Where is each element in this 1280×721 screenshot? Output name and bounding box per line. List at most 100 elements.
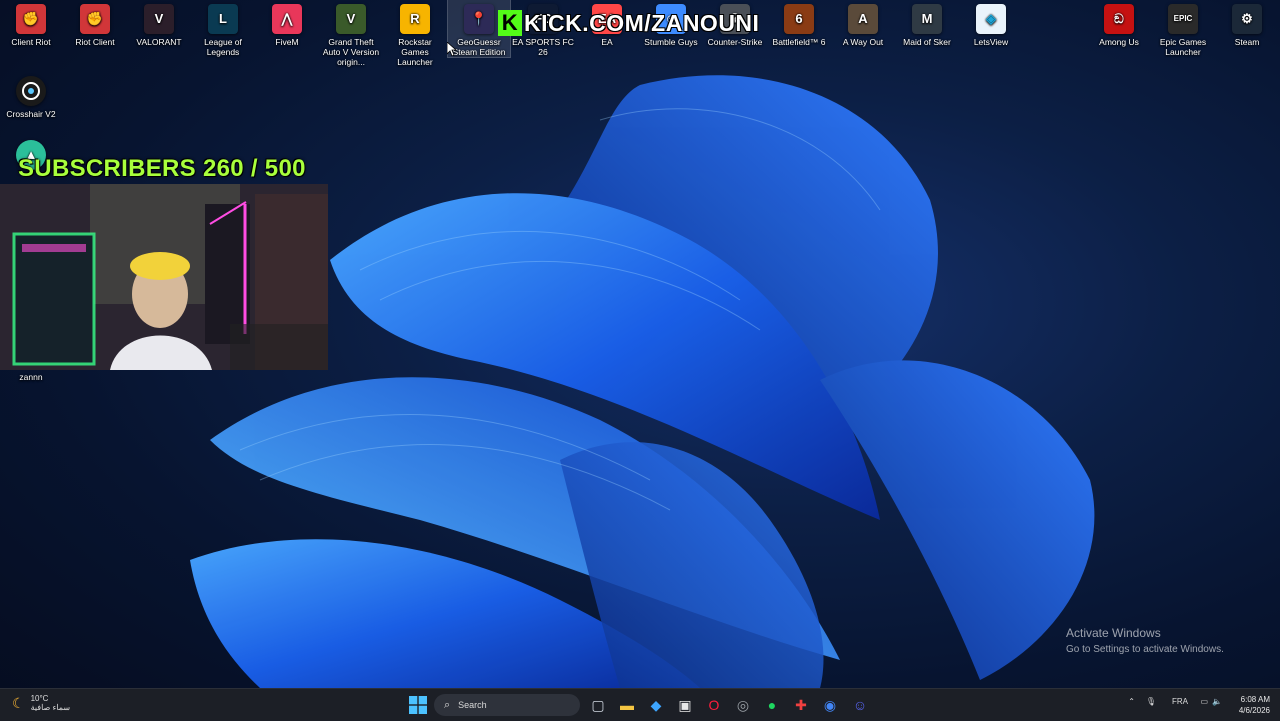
desktop-icon-label: LetsView (973, 37, 1009, 47)
opera-gx-icon: O (708, 697, 720, 713)
activate-windows-subtitle: Go to Settings to activate Windows. (1066, 644, 1224, 655)
riot-icon: ✊ (80, 4, 110, 34)
input-language[interactable]: FRA (1172, 697, 1188, 706)
league-icon: L (208, 4, 238, 34)
desktop-icon-fivem[interactable]: ⋀ FiveM (256, 0, 318, 47)
start-button[interactable] (406, 693, 430, 717)
rockstar-icon: R (400, 4, 430, 34)
maid-of-sker-icon: M (912, 4, 942, 34)
mouse-cursor-icon (447, 42, 457, 56)
desktop-icon-label: Epic Games Launcher (1159, 37, 1207, 57)
desktop-icon-riot[interactable]: ✊ Client Riot (0, 0, 62, 47)
desktop-icon-label: Crosshair V2 (6, 109, 56, 119)
kick-channel-banner: K KICK.COM/ZANOUNI (498, 8, 759, 38)
desktop-icon-label: Stumble Guys (644, 37, 698, 47)
kick-logo-icon: K (498, 10, 522, 36)
taskbar-clock[interactable]: 6:08 AM 4/6/2026 (1239, 694, 1270, 716)
taskbar-app-chrome[interactable]: ◉ (818, 693, 842, 717)
store-icon: ▣ (678, 696, 692, 713)
moon-icon: ☾ (12, 694, 25, 711)
desktop-icon-label: Client Riot (11, 37, 51, 47)
desktop-icon-label: EA (601, 37, 613, 47)
desktop-icon-battlefield[interactable]: 6 Battlefield™ 6 (768, 0, 830, 47)
desktop-icon-label: GeoGuessr Steam Edition (452, 37, 506, 57)
desktop-icon-label: Steam (1234, 37, 1260, 47)
a-way-out-icon: A (848, 4, 878, 34)
desktop-icon-epic-games[interactable]: EPIC Epic Games Launcher (1152, 0, 1214, 57)
network-icon[interactable]: ▭ (1200, 697, 1208, 706)
show-hidden-icons-icon[interactable]: ⌃ (1128, 697, 1135, 706)
desktop-icon-steam[interactable]: ⚙ Steam (1216, 0, 1278, 47)
geoguessr-icon: 📍 (464, 4, 494, 34)
valorant-icon: V (144, 4, 174, 34)
fivem-icon: ⋀ (272, 4, 302, 34)
steam-icon: ⚙ (1232, 4, 1262, 34)
subscriber-counter: SUBSCRIBERS 260 / 500 (18, 155, 306, 182)
chrome-icon: ◉ (823, 696, 837, 713)
desktop-icon-riot[interactable]: ✊ Riot Client (64, 0, 126, 47)
webcam-feed-image (0, 184, 328, 370)
desktop-icon-label: Rockstar Games Launcher (397, 37, 433, 67)
red-app-icon: ✚ (795, 696, 807, 713)
windows-logo-icon (409, 696, 427, 714)
clock-date: 4/6/2026 (1238, 706, 1270, 715)
epic-games-icon: EPIC (1168, 4, 1198, 34)
search-placeholder: Search (458, 700, 487, 710)
desktop-icon-label: A Way Out (842, 37, 884, 47)
weather-description: سماء صافية (30, 703, 71, 712)
taskbar-app-task-view[interactable]: ▢ (586, 693, 610, 717)
desktop-icon-rockstar[interactable]: R Rockstar Games Launcher (384, 0, 446, 67)
battlefield-icon: 6 (784, 4, 814, 34)
activate-windows-watermark: Activate Windows Go to Settings to activ… (1066, 626, 1224, 655)
desktop-icon-label: Among Us (1099, 37, 1139, 47)
taskbar: ☾ 10°C سماء صافية ⌕ Search ▢ ▬ ◆ ▣ O ◎ ● ✚ ◉ ☺ ⌃ … (0, 688, 1280, 721)
task-view-icon: ▢ (591, 696, 605, 713)
desktop-icon-label: FiveM (275, 37, 299, 47)
letsview-icon: ◈ (976, 4, 1006, 34)
desktop-icon-label: EA SPORTS FC 26 (512, 37, 574, 57)
webcam-overlay (0, 184, 328, 370)
desktop-icon-label: Riot Client (75, 37, 115, 47)
desktop-icon-valorant[interactable]: V VALORANT (128, 0, 190, 47)
desktop-icon-zannn[interactable]: zannn (0, 372, 62, 382)
taskbar-app-copilot[interactable]: ◆ (644, 693, 668, 717)
taskbar-search-box[interactable]: ⌕ Search (434, 694, 580, 716)
desktop-icon-label: Counter-Strike (707, 37, 763, 47)
desktop-icon-letsview[interactable]: ◈ LetsView (960, 0, 1022, 47)
discord-icon: ☺ (852, 697, 868, 713)
crosshair-icon (16, 76, 46, 106)
taskbar-app-red-app[interactable]: ✚ (789, 693, 813, 717)
among-us-icon: ඞ (1104, 4, 1134, 34)
desktop-icon-label: Battlefield™ 6 (772, 37, 826, 47)
search-icon: ⌕ (444, 698, 451, 711)
clock-time: 6:08 AM (1240, 695, 1270, 704)
kick-channel-url: KICK.COM/ZANOUNI (524, 9, 760, 36)
chrome-dev-icon: ◎ (736, 696, 750, 713)
taskbar-app-file-explorer[interactable]: ▬ (615, 693, 639, 717)
taskbar-app-store[interactable]: ▣ (673, 693, 697, 717)
desktop-icon-gta[interactable]: V Grand Theft Auto V Version origin... (320, 0, 382, 67)
riot-icon: ✊ (16, 4, 46, 34)
weather-widget[interactable]: ☾ 10°C سماء صافية (12, 694, 70, 712)
desktop-icon-label: League of Legends (204, 37, 242, 57)
taskbar-app-discord[interactable]: ☺ (848, 693, 872, 717)
desktop-icon-a-way-out[interactable]: A A Way Out (832, 0, 894, 47)
taskbar-app-chrome-dev[interactable]: ◎ (731, 693, 755, 717)
file-explorer-icon: ▬ (620, 697, 634, 713)
weather-temperature: 10°C (30, 694, 49, 703)
desktop-icon-league[interactable]: L League of Legends (192, 0, 254, 57)
volume-icon[interactable]: 🔈 (1212, 697, 1222, 706)
taskbar-app-opera-gx[interactable]: O (702, 693, 726, 717)
desktop-icon-among-us[interactable]: ඞ Among Us (1088, 0, 1150, 47)
microphone-icon[interactable]: 🎙 (1146, 697, 1156, 706)
spotify-icon: ● (767, 697, 777, 713)
gta-icon: V (336, 4, 366, 34)
activate-windows-title: Activate Windows (1066, 626, 1161, 640)
desktop-icon-label: Maid of Sker (903, 37, 951, 47)
desktop-icon-label: zannn (19, 372, 43, 382)
taskbar-app-spotify[interactable]: ● (760, 693, 784, 717)
desktop-icon-label: VALORANT (136, 37, 182, 47)
desktop-icon-crosshair[interactable]: Crosshair V2 (0, 72, 62, 119)
copilot-icon: ◆ (650, 696, 662, 713)
desktop-icon-maid-of-sker[interactable]: M Maid of Sker (896, 0, 958, 47)
